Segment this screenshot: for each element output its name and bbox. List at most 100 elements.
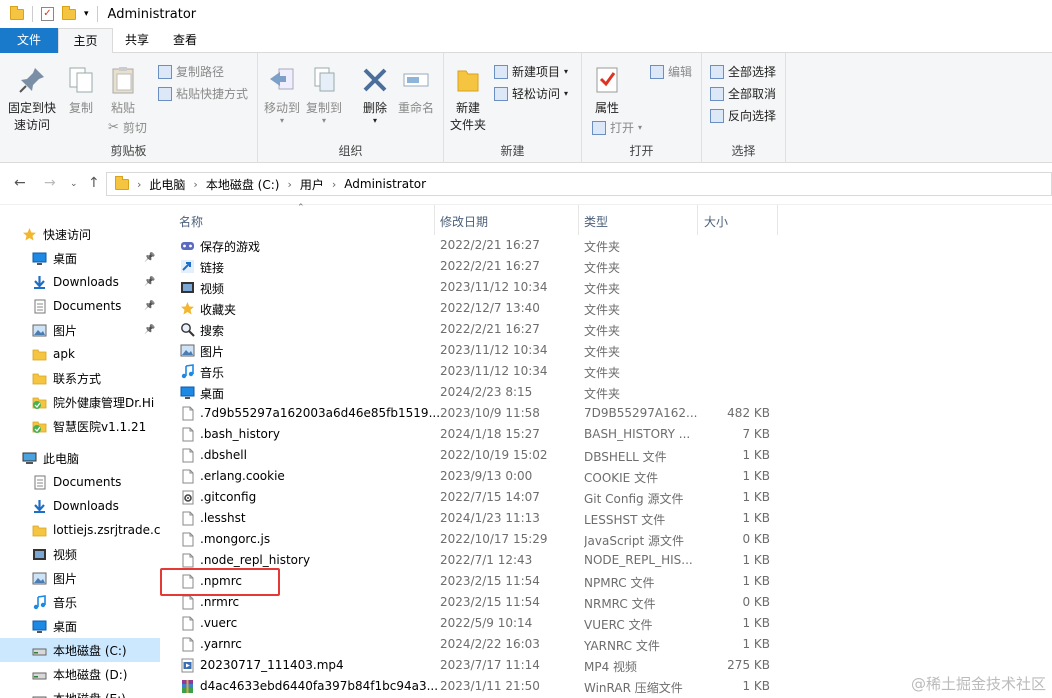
file-row[interactable]: .bash_history 2024/1/18 15:27 BASH_HISTORY… [175, 424, 775, 445]
breadcrumb-item[interactable]: Administrator [344, 177, 426, 191]
file-row[interactable]: 桌面 2024/2/23 8:15 文件夹 [175, 382, 775, 403]
file-row[interactable]: .gitconfig 2022/7/15 14:07 Git Config 源文件 1… [175, 487, 775, 508]
breadcrumb-item[interactable]: 本地磁盘 (C:) [206, 176, 280, 193]
new-folder-button[interactable]: 新建 文件夹 [450, 65, 486, 133]
file-row[interactable]: 音乐 2023/11/12 10:34 文件夹 [175, 361, 775, 382]
chevron-right-icon[interactable]: › [137, 178, 141, 191]
breadcrumb[interactable]: › 此电脑 › 本地磁盘 (C:) › 用户 › Administrator [106, 172, 1052, 196]
file-row[interactable]: 收藏夹 2022/12/7 13:40 文件夹 [175, 298, 775, 319]
file-row[interactable]: .mongorc.js 2022/10/17 15:29 JavaScript 源文… [175, 529, 775, 550]
sidebar-item[interactable]: Downloads 📌 [0, 270, 160, 294]
paste-button[interactable]: 粘贴 [108, 65, 138, 116]
file-row[interactable]: .dbshell 2022/10/19 15:02 DBSHELL 文件 1 KB [175, 445, 775, 466]
file-row[interactable]: d4ac4633ebd6440fa397b84f1bc94a3... 2023/1… [175, 676, 775, 697]
column-header-type[interactable]: 类型 [584, 213, 608, 230]
sidebar-item[interactable]: Documents 📌 [0, 294, 160, 318]
file-date: 2022/5/9 10:14 [440, 616, 533, 630]
sidebar-item[interactable]: Downloads [0, 494, 160, 518]
column-divider[interactable] [777, 205, 778, 235]
tab-share[interactable]: 共享 [113, 28, 161, 53]
new-folder-icon[interactable] [62, 5, 76, 20]
file-date: 2024/2/22 16:03 [440, 637, 540, 651]
tab-file[interactable]: 文件 [0, 28, 58, 53]
easy-access-button[interactable]: 轻松访问 ▾ [494, 85, 568, 102]
column-divider[interactable] [697, 205, 698, 235]
file-row[interactable]: 20230717_111403.mp4 2023/7/17 11:14 MP4 视频… [175, 655, 775, 676]
back-arrow-icon[interactable]: ← [14, 175, 26, 191]
file-row[interactable]: .yarnrc 2024/2/22 16:03 YARNRC 文件 1 KB [175, 634, 775, 655]
new-item-button[interactable]: 新建项目 ▾ [494, 63, 568, 80]
column-header-date[interactable]: 修改日期 [440, 213, 488, 230]
file-row[interactable]: .lesshst 2024/1/23 11:13 LESSHST 文件 1 KB [175, 508, 775, 529]
delete-x-icon [363, 68, 387, 92]
delete-button[interactable]: 删除 ▾ [360, 65, 390, 125]
forward-arrow-icon[interactable]: → [44, 175, 56, 191]
chevron-right-icon[interactable]: › [332, 178, 336, 191]
file-row[interactable]: 图片 2023/11/12 10:34 文件夹 [175, 340, 775, 361]
copy-to-button[interactable]: 复制到 ▾ [306, 65, 342, 125]
navigation-scrollbar[interactable] [160, 205, 175, 698]
file-row[interactable]: 链接 2022/2/21 16:27 文件夹 [175, 256, 775, 277]
column-header-size[interactable]: 大小 [704, 213, 728, 230]
sidebar-item[interactable]: apk [0, 342, 160, 366]
column-header-name[interactable]: 名称 [179, 213, 203, 230]
open-button[interactable]: 打开 ▾ [592, 119, 642, 136]
chevron-right-icon[interactable]: › [287, 178, 291, 191]
select-none-button[interactable]: 全部取消 [710, 85, 776, 102]
organize-group: 移动到 ▾ 复制到 ▾ 删除 ▾ 重命名 组织 [258, 53, 444, 163]
scissors-icon: ✂ [108, 120, 119, 135]
column-divider[interactable] [578, 205, 579, 235]
sidebar-item[interactable]: 此电脑 [0, 446, 160, 470]
sidebar-item[interactable]: 图片 [0, 566, 160, 590]
window-title: Administrator [107, 6, 197, 22]
sidebar-item[interactable]: 智慧医院v1.1.21 [0, 414, 160, 438]
sidebar-item[interactable]: 本地磁盘 (D:) [0, 662, 160, 686]
breadcrumb-item[interactable]: 用户 [300, 176, 324, 193]
title-bar: ✓ ▾ Administrator [0, 0, 1052, 28]
file-row[interactable]: .erlang.cookie 2023/9/13 0:00 COOKIE 文件 1 K… [175, 466, 775, 487]
file-name: d4ac4633ebd6440fa397b84f1bc94a3... [200, 679, 439, 693]
select-all-button[interactable]: 全部选择 [710, 63, 776, 80]
up-arrow-icon[interactable]: ↑ [88, 175, 100, 191]
sidebar-item[interactable]: 桌面 📌 [0, 246, 160, 270]
customize-dropdown-icon[interactable]: ▾ [84, 9, 89, 19]
sidebar-item[interactable]: 快速访问 [0, 222, 160, 246]
rename-button[interactable]: 重命名 [398, 65, 434, 116]
copy-icon [69, 67, 93, 93]
file-row[interactable]: 保存的游戏 2022/2/21 16:27 文件夹 [175, 235, 775, 256]
sidebar-item[interactable]: 本地磁盘 (C:) [0, 638, 160, 662]
file-name: 保存的游戏 [200, 240, 261, 254]
column-divider[interactable] [434, 205, 435, 235]
file-date: 2023/9/13 0:00 [440, 469, 533, 483]
file-row[interactable]: .vuerc 2022/5/9 10:14 VUERC 文件 1 KB [175, 613, 775, 634]
copy-path-button[interactable]: 复制路径 [158, 63, 224, 80]
properties-button[interactable]: 属性 [592, 65, 622, 116]
sidebar-item[interactable]: 图片 📌 [0, 318, 160, 342]
file-row[interactable]: 视频 2023/11/12 10:34 文件夹 [175, 277, 775, 298]
move-to-button[interactable]: 移动到 ▾ [264, 65, 300, 125]
tab-view[interactable]: 查看 [161, 28, 209, 53]
file-row[interactable]: .7d9b55297a162003a6d46e85fb1519... 2023/1… [175, 403, 775, 424]
sidebar-item[interactable]: 联系方式 [0, 366, 160, 390]
sidebar-item[interactable]: lottiejs.zsrjtrade.cn [0, 518, 160, 542]
file-date: 2022/2/21 16:27 [440, 322, 540, 336]
file-row[interactable]: 搜索 2022/2/21 16:27 文件夹 [175, 319, 775, 340]
sidebar-item[interactable]: 本地磁盘 (E:) [0, 686, 160, 698]
chevron-right-icon[interactable]: › [193, 178, 197, 191]
sidebar-item[interactable]: 院外健康管理Dr.Hi [0, 390, 160, 414]
sidebar-item[interactable]: Documents [0, 470, 160, 494]
sidebar-item[interactable]: 视频 [0, 542, 160, 566]
copy-button[interactable]: 复制 [66, 65, 96, 116]
edit-button[interactable]: 编辑 [650, 63, 692, 80]
sidebar-item[interactable]: 音乐 [0, 590, 160, 614]
recent-dropdown-icon[interactable]: ⌄ [70, 179, 78, 189]
breadcrumb-item[interactable]: 此电脑 [149, 176, 185, 193]
tab-home[interactable]: 主页 [58, 28, 113, 54]
pin-quick-access-button[interactable]: 固定到快 速访问 [8, 65, 56, 133]
paste-shortcut-button[interactable]: 粘贴快捷方式 [158, 85, 248, 102]
invert-selection-button[interactable]: 反向选择 [710, 107, 776, 124]
properties-check-icon[interactable]: ✓ [41, 7, 54, 21]
cut-button[interactable]: ✂ 剪切 [108, 119, 147, 136]
properties-icon [596, 67, 618, 93]
sidebar-item[interactable]: 桌面 [0, 614, 160, 638]
